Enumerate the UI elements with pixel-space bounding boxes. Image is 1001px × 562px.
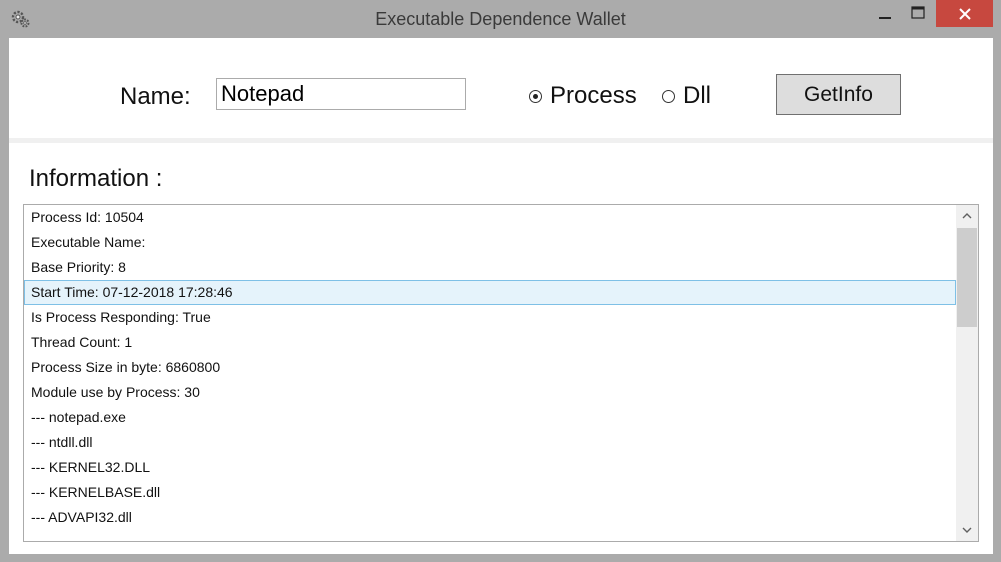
information-heading: Information : [29, 165, 163, 192]
list-item[interactable]: Module use by Process: 30 [24, 380, 956, 405]
information-listbox[interactable]: Process Id: 10504 Executable Name: Base Pr… [23, 204, 979, 542]
name-input[interactable] [216, 78, 466, 110]
chevron-down-icon [962, 527, 972, 533]
minimize-button[interactable] [870, 0, 900, 26]
close-button[interactable] [936, 0, 993, 27]
search-panel: Name: Process Dll GetInfo [9, 38, 993, 138]
chevron-up-icon [962, 213, 972, 219]
client-area: Name: Process Dll GetInfo Information : … [9, 38, 993, 554]
panel-separator [9, 138, 993, 143]
name-label: Name: [120, 83, 191, 110]
scroll-down-button[interactable] [956, 519, 978, 541]
process-radio[interactable]: Process [529, 82, 637, 110]
dll-radio-label[interactable]: Dll [683, 82, 711, 110]
list-item[interactable]: Is Process Responding: True [24, 305, 956, 330]
dll-radio-circle[interactable] [662, 89, 675, 103]
list-item[interactable]: Base Priority: 8 [24, 255, 956, 280]
getinfo-button[interactable]: GetInfo [776, 74, 901, 115]
vertical-scrollbar[interactable] [956, 205, 978, 541]
maximize-button[interactable] [903, 0, 933, 26]
scroll-thumb[interactable] [957, 228, 977, 327]
scroll-up-button[interactable] [956, 205, 978, 227]
app-window: Executable Dependence Wallet Name: Proce… [0, 0, 1001, 562]
close-icon [958, 7, 971, 20]
list-item[interactable]: --- notepad.exe [24, 405, 956, 430]
list-item[interactable]: --- KERNEL32.DLL [24, 455, 956, 480]
list-item[interactable]: Process Id: 10504 [24, 205, 956, 230]
window-title: Executable Dependence Wallet [375, 9, 626, 29]
list-item[interactable]: Process Size in byte: 6860800 [24, 355, 956, 380]
process-radio-label[interactable]: Process [550, 82, 637, 110]
maximize-icon [911, 6, 925, 19]
list-item[interactable]: --- KERNELBASE.dll [24, 480, 956, 505]
list-item[interactable]: --- ntdll.dll [24, 430, 956, 455]
list-item[interactable]: Thread Count: 1 [24, 330, 956, 355]
dll-radio[interactable]: Dll [662, 82, 711, 110]
list-item[interactable]: Start Time: 07-12-2018 17:28:46 [24, 280, 956, 305]
process-radio-circle[interactable] [529, 89, 542, 103]
list-item[interactable]: --- ADVAPI32.dll [24, 505, 956, 530]
title-bar[interactable]: Executable Dependence Wallet [0, 0, 1001, 38]
minimize-icon [879, 17, 891, 19]
information-list[interactable]: Process Id: 10504 Executable Name: Base Pr… [24, 205, 956, 530]
list-item[interactable]: Executable Name: [24, 230, 956, 255]
